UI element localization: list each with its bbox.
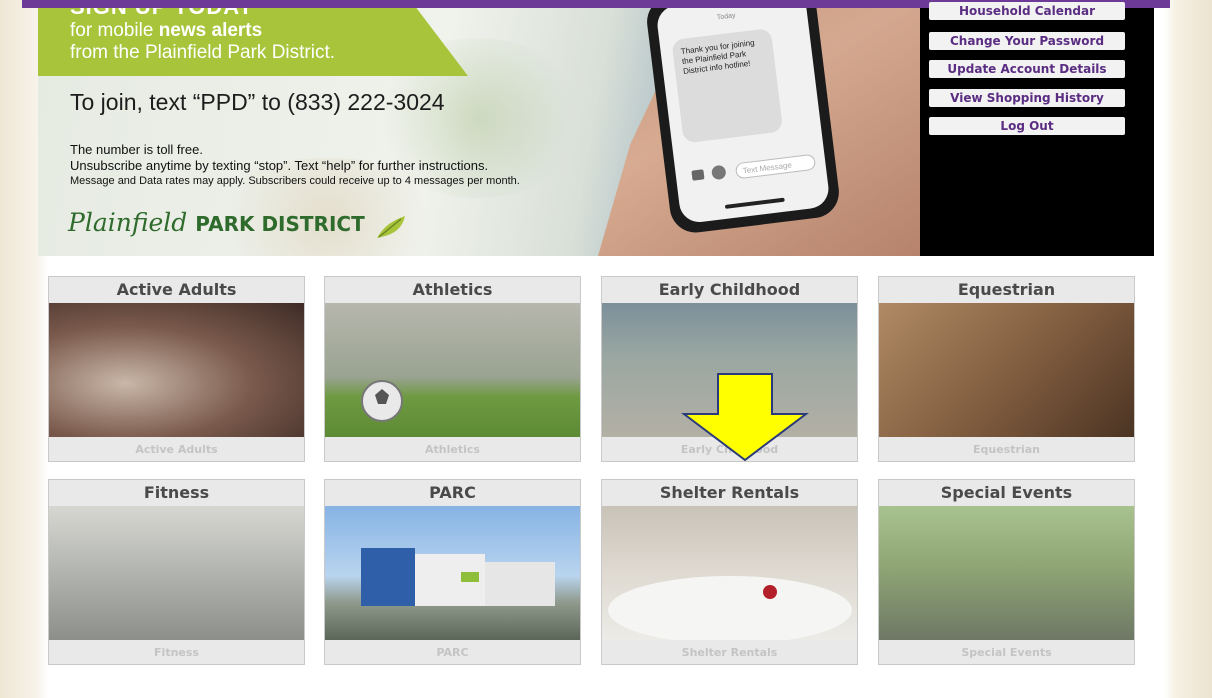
soccer-ball-icon — [361, 380, 403, 422]
yellow-arrow-icon — [681, 373, 809, 462]
category-card-special-events[interactable]: Special Events Special Events — [878, 479, 1135, 665]
phone-today-label: Today — [716, 12, 736, 22]
category-card-parc[interactable]: PARC PARC — [324, 479, 581, 665]
category-card-fitness[interactable]: Fitness Fitness — [48, 479, 305, 665]
card-title: Active Adults — [116, 280, 237, 299]
equestrian-photo[interactable] — [879, 303, 1134, 437]
phone-text-field: Text Message — [734, 153, 817, 180]
update-account-button[interactable]: Update Account Details — [929, 60, 1125, 78]
logo-script-text: Plainfield — [68, 208, 188, 237]
card-title: Athletics — [412, 280, 493, 299]
card-caption: Shelter Rentals — [681, 646, 778, 659]
fitness-photo[interactable] — [49, 506, 304, 640]
parc-photo[interactable] — [325, 506, 580, 640]
card-title: Shelter Rentals — [659, 483, 800, 502]
building-image — [361, 548, 555, 606]
note-toll-free: The number is toll free. — [70, 142, 203, 157]
promo-banner[interactable]: SIGN UP TODAY for mobile news alerts fro… — [38, 8, 920, 256]
change-password-button[interactable]: Change Your Password — [929, 32, 1125, 50]
card-title: Early Childhood — [658, 280, 801, 299]
join-instructions: To join, text “PPD” to (833) 222-3024 — [70, 89, 445, 115]
promo-green-tag: SIGN UP TODAY for mobile news alerts fro… — [38, 8, 468, 76]
phone-home-bar — [724, 197, 785, 209]
app-store-icon — [710, 164, 727, 181]
oak-leaf-icon — [377, 215, 406, 238]
category-card-equestrian[interactable]: Equestrian Equestrian — [878, 276, 1135, 462]
category-card-active-adults[interactable]: Active Adults Active Adults — [48, 276, 305, 462]
category-card-athletics[interactable]: Athletics Athletics — [324, 276, 581, 462]
athletics-photo[interactable] — [325, 303, 580, 437]
promo-line-1-bold: news alerts — [158, 20, 263, 41]
park-district-logo: Plainfield PARK DISTRICT — [68, 208, 409, 240]
phone-screen: Today Thank you for joining the Plainfie… — [655, 8, 831, 225]
phone-message-bubble: Thank you for joining the Plainfield Par… — [671, 28, 784, 144]
card-title: PARC — [429, 483, 476, 502]
logo-bold-text: PARK DISTRICT — [195, 212, 365, 236]
banquet-table-image — [608, 576, 852, 640]
shelter-rentals-photo[interactable] — [602, 506, 857, 640]
card-caption: Special Events — [961, 646, 1052, 659]
card-title: Equestrian — [957, 280, 1056, 299]
promo-line-2: from the Plainfield Park District. — [70, 42, 336, 63]
shopping-history-button[interactable]: View Shopping History — [929, 89, 1125, 107]
camera-icon — [691, 169, 705, 181]
category-card-shelter-rentals[interactable]: Shelter Rentals Shelter Rentals — [601, 479, 858, 665]
card-caption: PARC — [436, 646, 469, 659]
phone-image: Today Thank you for joining the Plainfie… — [644, 8, 842, 236]
card-caption: Active Adults — [135, 443, 218, 456]
active-adults-photo[interactable] — [49, 303, 304, 437]
card-caption: Equestrian — [973, 443, 1040, 456]
log-out-button[interactable]: Log Out — [929, 117, 1125, 135]
card-caption: Athletics — [425, 443, 480, 456]
special-events-photo[interactable] — [879, 506, 1134, 640]
promo-line-1: for mobile news alerts — [70, 20, 262, 42]
promo-line-1-prefix: for mobile — [70, 20, 159, 41]
household-calendar-button[interactable]: Household Calendar — [929, 2, 1125, 20]
card-caption: Fitness — [154, 646, 199, 659]
note-rates: Message and Data rates may apply. Subscr… — [70, 175, 520, 187]
promo-cut-headline: SIGN UP TODAY — [70, 8, 254, 20]
account-menu: Household Calendar Change Your Password … — [920, 2, 1154, 256]
card-title: Special Events — [940, 483, 1073, 502]
card-title: Fitness — [143, 483, 210, 502]
note-unsubscribe: Unsubscribe anytime by texting “stop”. T… — [70, 158, 489, 173]
